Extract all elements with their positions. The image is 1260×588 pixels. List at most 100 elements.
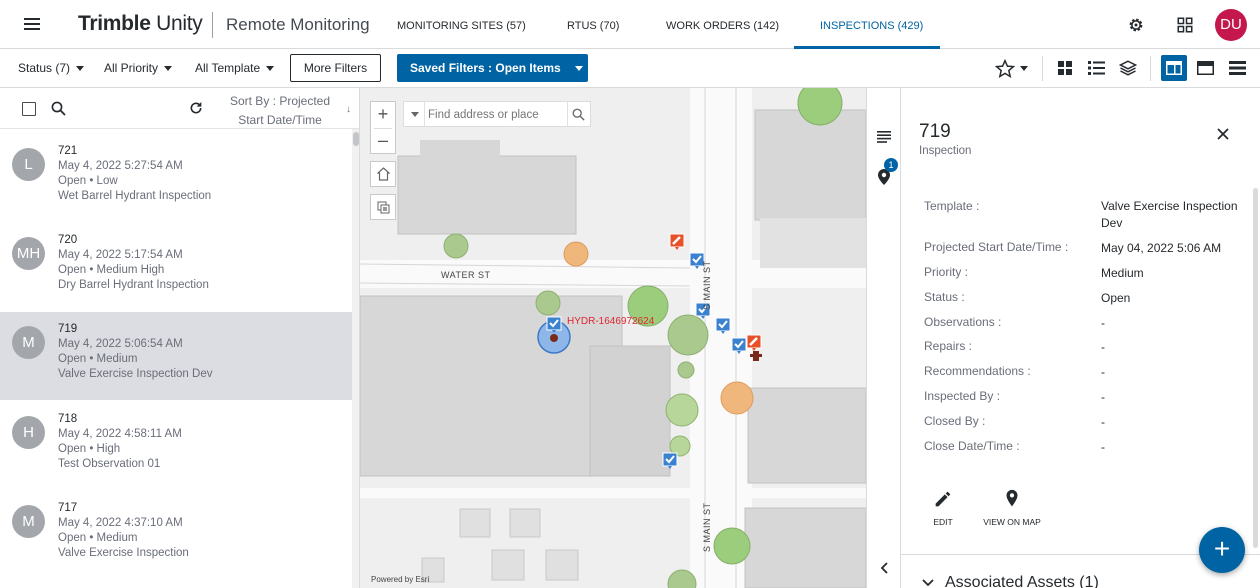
prop-value-inspected-by: - <box>1101 390 1105 404</box>
map-search-input[interactable] <box>428 106 562 123</box>
basemap-button[interactable] <box>370 194 396 220</box>
priority-avatar: MH <box>12 237 45 270</box>
list-item[interactable]: MH 720 May 4, 2022 5:17:54 AM Open • Med… <box>0 223 352 311</box>
close-icon[interactable] <box>1215 126 1231 142</box>
map-layout-icon[interactable] <box>1197 61 1214 75</box>
favorite-star-icon[interactable] <box>995 59 1015 79</box>
prop-value-closed-by: - <box>1101 415 1105 429</box>
chevron-down-icon[interactable] <box>411 112 419 117</box>
map-side-rail: 1 <box>866 88 901 588</box>
map-canvas[interactable] <box>360 88 866 588</box>
details-scrollbar[interactable] <box>1253 188 1258 548</box>
item-status: Open • Medium <box>58 532 138 544</box>
pin-count-badge: 1 <box>884 158 898 172</box>
add-button[interactable]: + <box>1199 527 1245 573</box>
prop-label-status: Status : <box>924 290 965 304</box>
inspection-marker[interactable] <box>731 337 747 355</box>
inspection-marker[interactable] <box>662 452 678 470</box>
details-subtitle: Inspection <box>919 145 972 157</box>
list-scrollbar-thumb[interactable] <box>353 132 359 146</box>
template-filter-label: All Template <box>195 61 261 75</box>
status-filter-dropdown[interactable]: Status (7) <box>18 61 85 75</box>
item-date: May 4, 2022 4:58:11 AM <box>58 428 182 440</box>
brand-name: Trimble <box>78 12 151 35</box>
inspection-list-panel: Sort By : Projected Start Date/Time ↓ L … <box>0 88 360 588</box>
list-item-selected[interactable]: M 719 May 4, 2022 5:06:54 AM Open • Medi… <box>0 312 352 400</box>
grid-view-icon[interactable] <box>1057 60 1073 76</box>
prop-value-repairs: - <box>1101 340 1105 354</box>
pencil-icon <box>935 491 951 507</box>
item-date: May 4, 2022 5:27:54 AM <box>58 160 183 172</box>
template-filter-dropdown[interactable]: All Template <box>195 61 275 75</box>
edit-button[interactable]: EDIT <box>929 488 957 527</box>
list-item[interactable]: L 721 May 4, 2022 5:27:54 AM Open • Low … <box>0 134 352 222</box>
item-name: Wet Barrel Hydrant Inspection <box>58 190 212 202</box>
zoom-in-button[interactable]: + <box>371 102 395 128</box>
priority-filter-dropdown[interactable]: All Priority <box>104 61 173 75</box>
prop-value-recommendations: - <box>1101 365 1105 379</box>
search-icon[interactable] <box>51 101 66 116</box>
chevron-down-icon <box>266 66 275 72</box>
top-bar: Trimble Unity Remote Monitoring MONITORI… <box>0 0 1260 49</box>
associated-assets-section-header[interactable]: Associated Assets (1) <box>945 574 1099 588</box>
chevron-down-icon[interactable] <box>922 579 934 587</box>
list-item[interactable]: H 718 May 4, 2022 4:58:11 AM Open • High… <box>0 402 352 490</box>
prop-label-close-date: Close Date/Time : <box>924 439 1020 453</box>
list-item[interactable]: M 717 May 4, 2022 4:37:10 AM Open • Medi… <box>0 491 352 579</box>
zoom-controls: + – <box>370 101 396 154</box>
saved-filters-dropdown[interactable]: Saved Filters : Open Items <box>397 54 588 82</box>
sort-direction-arrow-icon[interactable]: ↓ <box>346 104 351 115</box>
prop-value-projected-start: May 04, 2022 5:06 AM <box>1101 241 1222 255</box>
work-order-marker[interactable] <box>669 233 685 251</box>
sort-by-control[interactable]: Sort By : Projected Start Date/Time <box>216 92 344 130</box>
inspection-marker[interactable] <box>546 316 562 334</box>
brand-suffix: Unity <box>156 12 203 35</box>
collapse-chevron-left-icon[interactable] <box>880 562 888 574</box>
map-view[interactable]: HYDR-1646972624 WATER ST S MAIN ST S MAI… <box>360 88 866 588</box>
more-filters-button[interactable]: More Filters <box>290 54 381 82</box>
priority-avatar: L <box>12 148 45 181</box>
priority-avatar: H <box>12 416 45 449</box>
tab-rtus[interactable]: RTUS (70) <box>567 20 619 32</box>
saved-filters-label: Saved Filters : Open Items <box>410 61 561 75</box>
product-name: Remote Monitoring <box>226 15 370 34</box>
item-status: Open • Medium <box>58 353 138 365</box>
chevron-down-icon[interactable] <box>1020 66 1028 71</box>
asset-label: HYDR-1646972624 <box>567 316 655 327</box>
item-name: Dry Barrel Hydrant Inspection <box>58 279 209 291</box>
search-divider <box>567 102 568 126</box>
split-layout-button[interactable] <box>1161 55 1187 81</box>
item-id: 717 <box>58 502 78 514</box>
list-view-icon[interactable] <box>1088 60 1105 76</box>
tab-work-orders[interactable]: WORK ORDERS (142) <box>666 20 779 32</box>
hamburger-menu-icon[interactable] <box>24 18 40 30</box>
list-scrollbar[interactable] <box>352 129 359 588</box>
tab-monitoring-sites[interactable]: MONITORING SITES (57) <box>397 20 526 32</box>
toolbar-divider <box>1042 56 1043 81</box>
map-attribution: Powered by Esri <box>371 575 430 584</box>
refresh-icon[interactable] <box>188 100 204 116</box>
table-layout-icon[interactable] <box>1229 61 1246 75</box>
legend-list-icon[interactable] <box>877 131 891 143</box>
zoom-out-button[interactable]: – <box>371 128 395 154</box>
search-icon[interactable] <box>572 108 585 121</box>
prop-value-observations: - <box>1101 316 1105 330</box>
view-on-map-label: VIEW ON MAP <box>983 517 1041 527</box>
brand-logo: Trimble Unity <box>78 12 203 36</box>
user-avatar[interactable]: DU <box>1215 9 1247 41</box>
search-divider <box>424 102 425 126</box>
item-id: 720 <box>58 234 78 246</box>
select-all-checkbox[interactable] <box>22 102 36 116</box>
view-on-map-button[interactable]: VIEW ON MAP <box>983 488 1041 527</box>
prop-label-repairs: Repairs : <box>924 339 973 353</box>
home-button[interactable] <box>370 161 396 187</box>
inspection-details-panel: 719 Inspection Template : Valve Exercise… <box>901 88 1260 588</box>
settings-icon[interactable] <box>1127 16 1145 34</box>
tab-inspections[interactable]: INSPECTIONS (429) <box>820 20 923 32</box>
apps-grid-icon[interactable] <box>1176 16 1194 34</box>
item-id: 718 <box>58 413 78 425</box>
item-status: Open • Low <box>58 175 118 187</box>
layers-icon[interactable] <box>1119 59 1137 77</box>
hydrant-icon[interactable] <box>750 350 762 362</box>
inspection-marker[interactable] <box>715 317 731 335</box>
